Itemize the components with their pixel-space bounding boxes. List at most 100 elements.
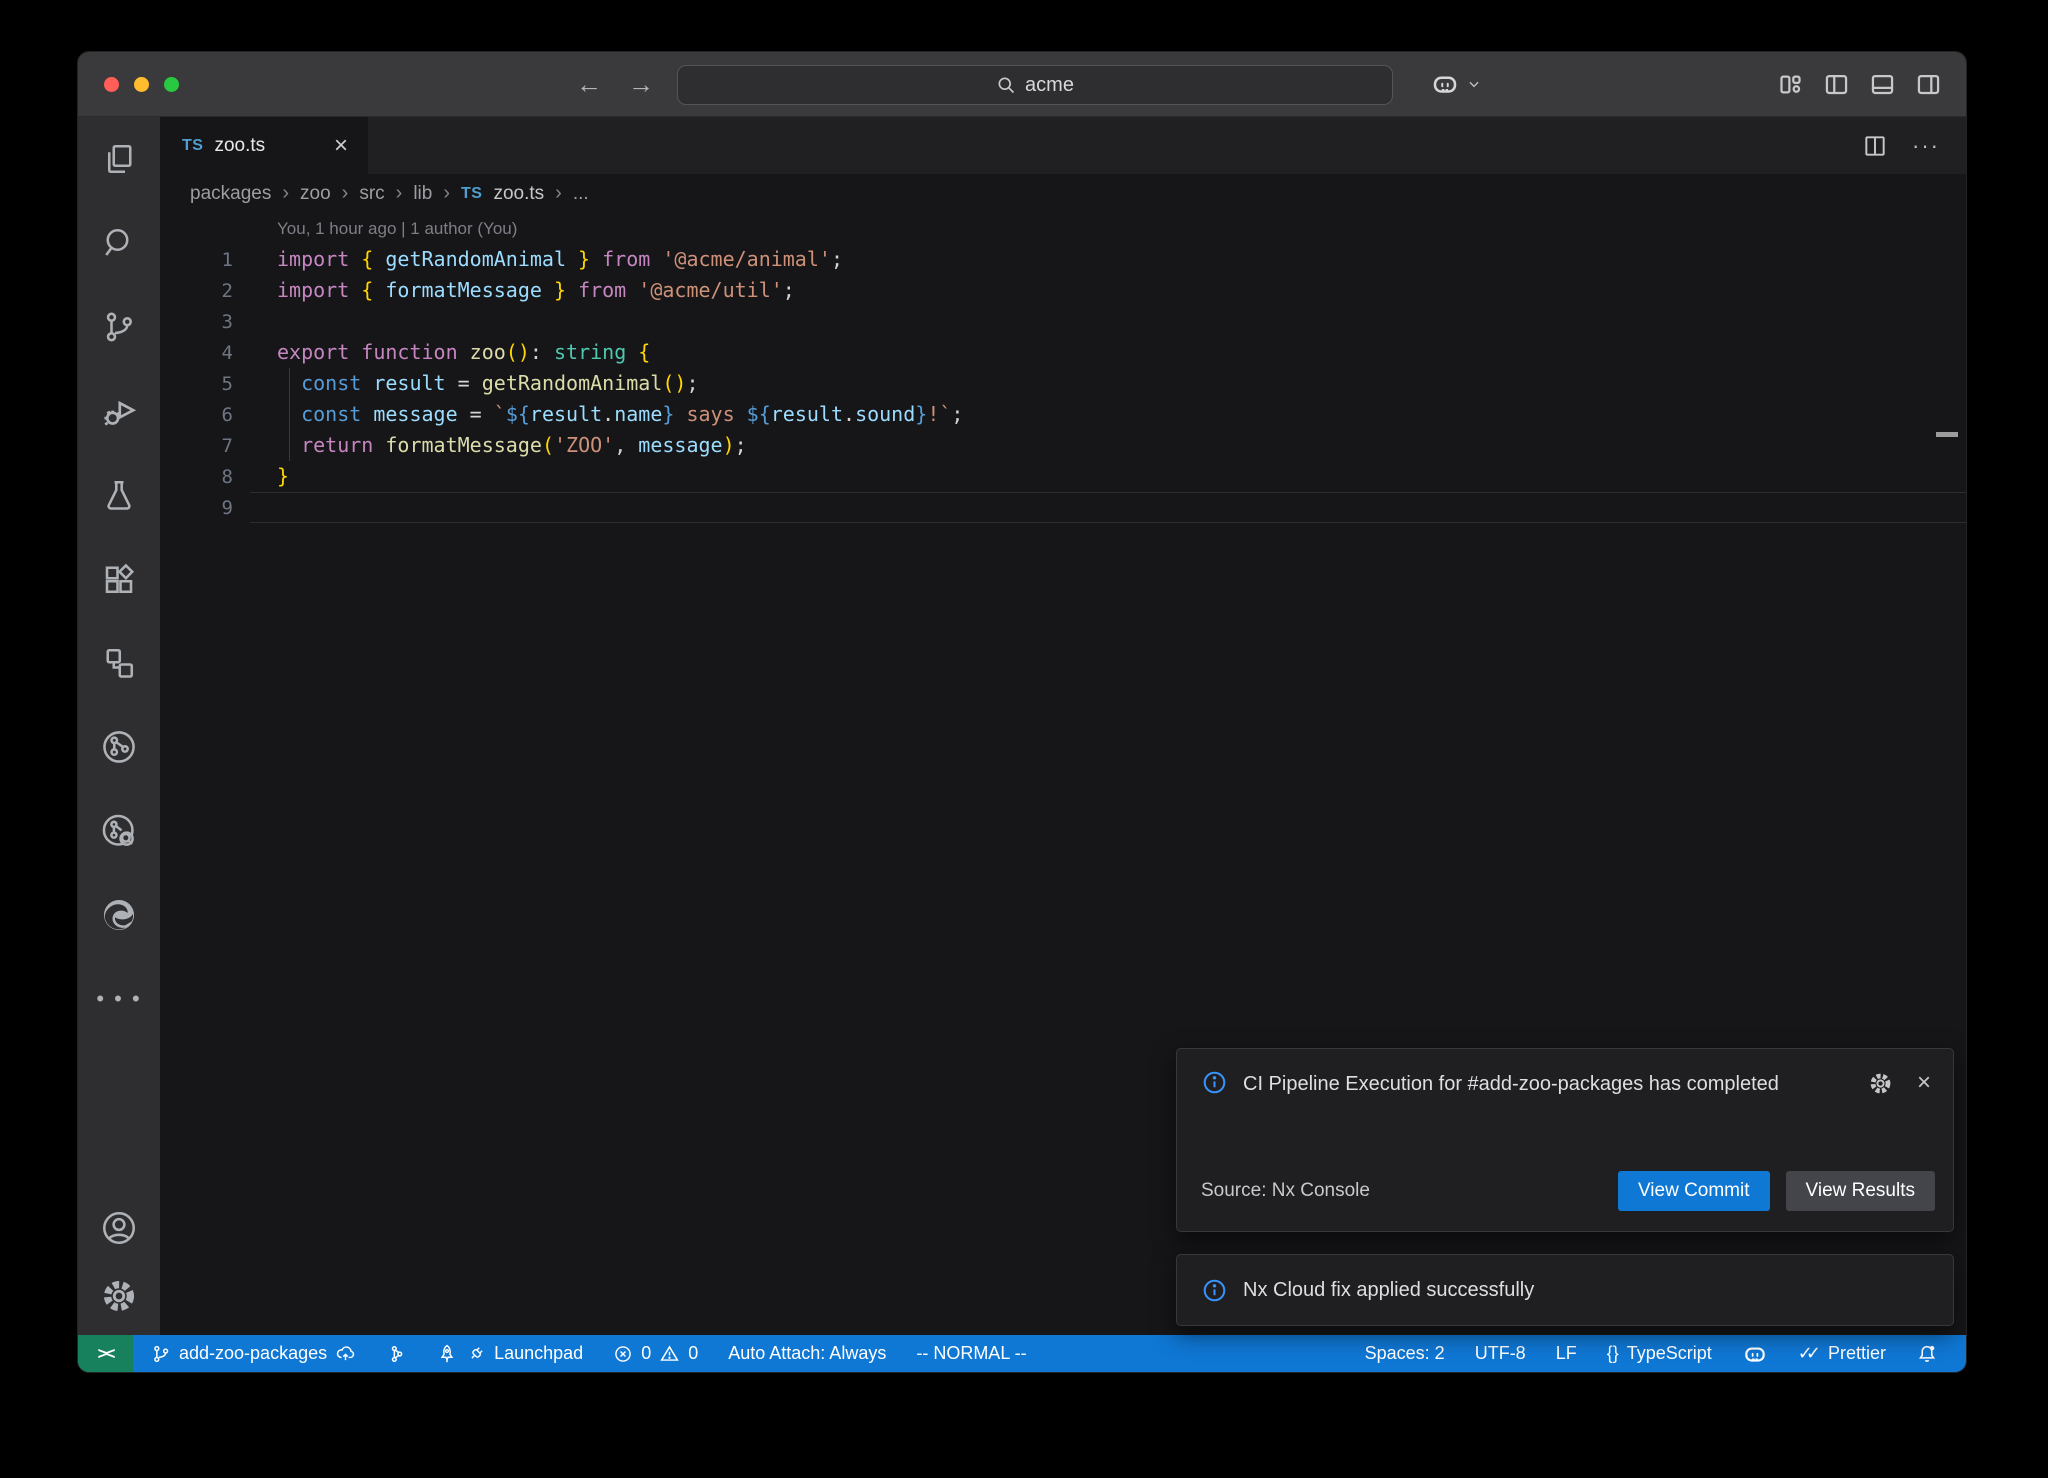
typescript-file-icon: TS — [461, 185, 482, 203]
tab-close-icon[interactable]: × — [334, 134, 348, 158]
breadcrumb: packages › zoo › src › lib › TS zoo.ts ›… — [160, 174, 1966, 213]
code-line-text: } — [250, 461, 1966, 492]
customize-layout-button[interactable] — [1777, 71, 1804, 98]
chevron-right-icon: › — [555, 182, 562, 205]
plug-icon — [466, 1344, 486, 1364]
warning-icon — [659, 1343, 680, 1364]
extensions-icon[interactable] — [78, 537, 160, 621]
edge-tools-icon[interactable] — [78, 873, 160, 957]
chevron-right-icon: › — [342, 182, 349, 205]
language-label: TypeScript — [1627, 1343, 1712, 1364]
view-results-button[interactable]: View Results — [1786, 1171, 1935, 1211]
view-commit-button[interactable]: View Commit — [1618, 1171, 1770, 1211]
copilot-icon — [1430, 69, 1460, 99]
code-line-text: export function zoo(): string { — [250, 337, 1966, 368]
code-line-4[interactable]: 4export function zoo(): string { — [160, 337, 1966, 368]
line-number: 5 — [160, 373, 250, 395]
notification-close-icon[interactable]: × — [1917, 1071, 1931, 1095]
notifications-bell[interactable] — [1916, 1343, 1938, 1365]
copilot-icon — [1742, 1341, 1768, 1367]
rocket-icon — [436, 1343, 458, 1365]
history-forward-button[interactable]: → — [628, 69, 654, 100]
error-count: 0 — [641, 1343, 651, 1364]
code-line-text — [250, 492, 1966, 523]
formatter-status[interactable]: ✓✓ Prettier — [1798, 1343, 1886, 1364]
launchpad-status[interactable]: Launchpad — [436, 1343, 583, 1365]
more-views-icon[interactable]: • • • — [78, 957, 160, 1041]
chevron-right-icon: › — [443, 182, 450, 205]
overview-ruler-marker — [1936, 432, 1958, 437]
toggle-secondary-sidebar-button[interactable] — [1915, 71, 1942, 98]
testing-icon[interactable] — [78, 453, 160, 537]
vim-mode-status[interactable]: -- NORMAL -- — [916, 1343, 1026, 1364]
info-icon — [1201, 1069, 1228, 1099]
search-view-icon[interactable] — [78, 201, 160, 285]
accounts-icon[interactable] — [78, 1209, 160, 1247]
tab-zoo-ts[interactable]: TS zoo.ts × — [160, 117, 368, 174]
code-line-3[interactable]: 3 — [160, 306, 1966, 337]
run-debug-icon[interactable] — [78, 369, 160, 453]
editor-more-actions-icon[interactable]: ··· — [1912, 133, 1940, 159]
copilot-menu-button[interactable] — [1430, 52, 1481, 116]
code-line-1[interactable]: 1import { getRandomAnimal } from '@acme/… — [160, 244, 1966, 275]
zoom-window-button[interactable] — [164, 77, 179, 92]
copilot-status[interactable] — [1742, 1341, 1768, 1367]
indent-guide — [289, 368, 290, 461]
code-line-2[interactable]: 2import { formatMessage } from '@acme/ut… — [160, 275, 1966, 306]
remote-indicator[interactable]: >< — [78, 1335, 133, 1372]
nx-console-icon[interactable] — [78, 705, 160, 789]
explorer-icon[interactable] — [78, 117, 160, 201]
activity-bar: • • • — [78, 117, 160, 1335]
error-icon — [613, 1344, 633, 1364]
branch-name: add-zoo-packages — [179, 1343, 327, 1364]
code-line-6[interactable]: 6 const message = `${result.name} says $… — [160, 399, 1966, 430]
breadcrumb-item[interactable]: src — [359, 183, 384, 205]
notification-message: Nx Cloud fix applied successfully — [1243, 1279, 1534, 1302]
double-check-icon: ✓✓ — [1798, 1343, 1820, 1364]
source-control-graph-status[interactable] — [386, 1344, 406, 1364]
remote-explorer-icon[interactable] — [78, 621, 160, 705]
breadcrumb-file[interactable]: zoo.ts — [493, 183, 544, 205]
breadcrumb-item[interactable]: zoo — [300, 183, 331, 205]
code-line-7[interactable]: 7 return formatMessage('ZOO', message); — [160, 430, 1966, 461]
title-bar: ← → acme — [78, 52, 1966, 117]
tab-label: zoo.ts — [214, 135, 265, 157]
breadcrumb-symbol-more[interactable]: ... — [573, 183, 589, 205]
notification-message: CI Pipeline Execution for #add-zoo-packa… — [1243, 1069, 1803, 1099]
git-branch-status[interactable]: add-zoo-packages — [151, 1343, 356, 1364]
minimize-window-button[interactable] — [134, 77, 149, 92]
toggle-primary-sidebar-button[interactable] — [1823, 71, 1850, 98]
encoding-status[interactable]: UTF-8 — [1475, 1343, 1526, 1364]
vscode-window: ← → acme — [78, 52, 1966, 1372]
history-back-button[interactable]: ← — [576, 69, 602, 100]
toggle-panel-button[interactable] — [1869, 71, 1896, 98]
auto-attach-status[interactable]: Auto Attach: Always — [728, 1343, 886, 1364]
bell-icon — [1916, 1343, 1938, 1365]
cloud-upload-icon — [335, 1343, 356, 1364]
command-center-search[interactable]: acme — [677, 65, 1393, 105]
split-editor-icon[interactable] — [1862, 133, 1888, 159]
settings-gear-icon[interactable] — [78, 1265, 160, 1327]
close-window-button[interactable] — [104, 77, 119, 92]
code-line-text: const message = `${result.name} says ${r… — [250, 399, 1966, 430]
nx-cloud-icon[interactable] — [78, 789, 160, 873]
breadcrumb-item[interactable]: lib — [413, 183, 432, 205]
gitlens-annotation: You, 1 hour ago | 1 author (You) — [277, 219, 517, 239]
language-status[interactable]: {} TypeScript — [1607, 1343, 1712, 1364]
formatter-label: Prettier — [1828, 1343, 1886, 1364]
indentation-status[interactable]: Spaces: 2 — [1365, 1343, 1445, 1364]
code-line-text: const result = getRandomAnimal(); — [250, 368, 1966, 399]
problems-status[interactable]: 0 0 — [613, 1343, 698, 1364]
braces-icon: {} — [1607, 1343, 1619, 1364]
eol-status[interactable]: LF — [1556, 1343, 1577, 1364]
chevron-right-icon: › — [282, 182, 289, 205]
source-control-icon[interactable] — [78, 285, 160, 369]
code-line-9[interactable]: 9 — [160, 492, 1966, 523]
notification-gear-icon[interactable] — [1868, 1071, 1893, 1096]
code-line-5[interactable]: 5 const result = getRandomAnimal(); — [160, 368, 1966, 399]
breadcrumb-item[interactable]: packages — [190, 183, 271, 205]
search-icon — [996, 75, 1016, 95]
notification-toast: CI Pipeline Execution for #add-zoo-packa… — [1176, 1048, 1954, 1232]
code-line-8[interactable]: 8} — [160, 461, 1966, 492]
warning-count: 0 — [688, 1343, 698, 1364]
